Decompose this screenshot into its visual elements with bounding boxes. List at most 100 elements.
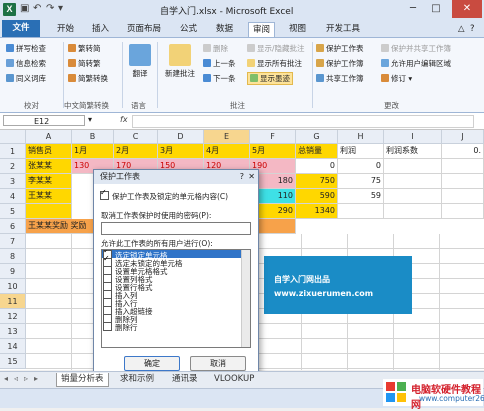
permission-item[interactable]: 选定锁定单元格	[102, 250, 250, 260]
row-header[interactable]: 15	[0, 354, 26, 369]
minimize-button[interactable]: ─	[402, 0, 424, 18]
permissions-list[interactable]: 选定锁定单元格 选定未锁定的单元格 设置单元格格式 设置列格式 设置行格式 插入…	[101, 249, 251, 348]
trad-to-simp-button[interactable]: 繁转简	[68, 43, 101, 54]
tab-home[interactable]: 开始	[57, 22, 74, 37]
name-box-dropdown-icon[interactable]: ▾	[88, 115, 92, 124]
formula-input[interactable]	[132, 115, 474, 128]
maximize-button[interactable]: □	[425, 0, 447, 18]
cell-c1[interactable]: 2月	[114, 144, 158, 159]
sheet-tab[interactable]: 通讯录	[168, 373, 202, 386]
tab-formulas[interactable]: 公式	[180, 22, 197, 37]
sheet-tab[interactable]: VLOOKUP	[210, 373, 258, 386]
row-header[interactable]: 1	[0, 144, 26, 159]
cell-a4[interactable]: 王某某	[26, 189, 72, 204]
row-header[interactable]: 9	[0, 264, 26, 279]
sheet-tab[interactable]: 求和示例	[116, 373, 158, 386]
redo-icon[interactable]: ↷	[46, 3, 54, 14]
cell-i5[interactable]	[384, 204, 442, 219]
ribbon-minimize-icon[interactable]: △	[458, 22, 465, 37]
cell-j4[interactable]	[442, 189, 484, 204]
tab-developer[interactable]: 开发工具	[326, 22, 360, 37]
cell-a1[interactable]: 销售员	[26, 144, 72, 159]
row-header[interactable]: 13	[0, 324, 26, 339]
tab-data[interactable]: 数据	[216, 22, 233, 37]
spell-check-button[interactable]: 拼写检查	[6, 43, 46, 54]
cell-g4[interactable]: 590	[296, 189, 338, 204]
permission-item[interactable]: 设置列格式	[102, 274, 250, 284]
protect-contents-checkbox[interactable]: 保护工作表及锁定的单元格内容(C)	[100, 188, 228, 202]
cell-a6[interactable]: 王某某奖励 奖励	[26, 219, 96, 234]
row-header[interactable]: 11	[0, 294, 26, 309]
cell-g2[interactable]: 0	[296, 159, 338, 174]
tab-review[interactable]: 审阅	[248, 22, 276, 38]
protect-sheet-button[interactable]: 保护工作表	[316, 43, 364, 54]
dialog-close-icon[interactable]: ✕	[248, 170, 255, 184]
allow-edit-ranges-button[interactable]: 允许用户编辑区域	[381, 58, 451, 69]
cell-a2[interactable]: 张某某	[26, 159, 72, 174]
row-header[interactable]: 14	[0, 339, 26, 354]
cell-i4[interactable]	[384, 189, 442, 204]
column-header[interactable]: C	[114, 130, 158, 144]
delete-comment-button[interactable]: 删除	[203, 43, 228, 54]
permission-item[interactable]: 删除行	[102, 322, 250, 332]
simp-to-trad-button[interactable]: 简转繁	[68, 58, 101, 69]
permission-item[interactable]: 设置行格式	[102, 282, 250, 292]
tab-nav-next-icon[interactable]: ▹	[24, 374, 28, 383]
column-header[interactable]: I	[384, 130, 442, 144]
research-button[interactable]: 信息检索	[6, 58, 46, 69]
tab-insert[interactable]: 插入	[92, 22, 109, 37]
track-changes-button[interactable]: 修订 ▾	[381, 73, 412, 84]
translate-button[interactable]: 翻译	[125, 44, 155, 79]
cell-b1[interactable]: 1月	[72, 144, 114, 159]
row-header[interactable]: 12	[0, 309, 26, 324]
permission-item[interactable]: 删除列	[102, 314, 250, 324]
row-header[interactable]: 6	[0, 219, 26, 234]
quick-access-dropdown-icon[interactable]: ▾	[58, 3, 63, 14]
cell-d1[interactable]: 3月	[158, 144, 204, 159]
column-header[interactable]: H	[338, 130, 384, 144]
cell-h3[interactable]: 75	[338, 174, 384, 189]
column-header[interactable]: F	[250, 130, 296, 144]
column-header[interactable]: D	[158, 130, 204, 144]
chinese-convert-button[interactable]: 简繁转换	[68, 73, 108, 84]
name-box[interactable]: E12	[3, 115, 85, 126]
ok-button[interactable]: 确定	[124, 356, 180, 371]
cell-e1[interactable]: 4月	[204, 144, 250, 159]
row-header[interactable]: 8	[0, 249, 26, 264]
column-header[interactable]: B	[72, 130, 114, 144]
cell-j5[interactable]	[442, 204, 484, 219]
cell-h5[interactable]	[338, 204, 384, 219]
cell-i1[interactable]: 利润系数	[384, 144, 442, 159]
save-icon[interactable]: ▣	[20, 3, 29, 14]
cell-h1[interactable]: 利润	[338, 144, 384, 159]
undo-icon[interactable]: ↶	[33, 3, 41, 14]
show-ink-button[interactable]: 显示墨迹	[247, 72, 293, 85]
dialog-help-icon[interactable]: ?	[240, 170, 244, 184]
sheet-tab[interactable]: 销量分析表	[56, 373, 109, 387]
thesaurus-button[interactable]: 同义词库	[6, 73, 46, 84]
row-header[interactable]: 4	[0, 189, 26, 204]
cell-h2[interactable]: 0	[338, 159, 384, 174]
column-header[interactable]: A	[26, 130, 72, 144]
next-comment-button[interactable]: 下一条	[203, 73, 236, 84]
permissions-scrollbar[interactable]	[241, 250, 250, 347]
cell-a3[interactable]: 李某某	[26, 174, 72, 189]
cancel-button[interactable]: 取消	[190, 356, 246, 371]
permission-item[interactable]: 选定未锁定的单元格	[102, 255, 250, 268]
select-all-corner[interactable]	[0, 130, 26, 144]
cell-a5[interactable]	[26, 204, 72, 219]
row-header[interactable]: 10	[0, 279, 26, 294]
tab-nav-last-icon[interactable]: ▸	[34, 374, 38, 383]
cell-j1[interactable]: 0.	[442, 144, 484, 159]
cell-j3[interactable]	[442, 174, 484, 189]
row-header[interactable]: 3	[0, 174, 26, 189]
close-button[interactable]: ✕	[452, 0, 482, 18]
new-comment-button[interactable]: 新建批注	[160, 44, 200, 79]
insert-function-icon[interactable]: fx	[120, 115, 128, 124]
tab-view[interactable]: 视图	[289, 22, 306, 37]
tab-nav-prev-icon[interactable]: ◃	[14, 374, 18, 383]
cell-g1[interactable]: 总销量	[296, 144, 338, 159]
cell-f1[interactable]: 5月	[250, 144, 296, 159]
show-all-comments-button[interactable]: 显示所有批注	[247, 58, 302, 69]
cell-j2[interactable]	[442, 159, 484, 174]
